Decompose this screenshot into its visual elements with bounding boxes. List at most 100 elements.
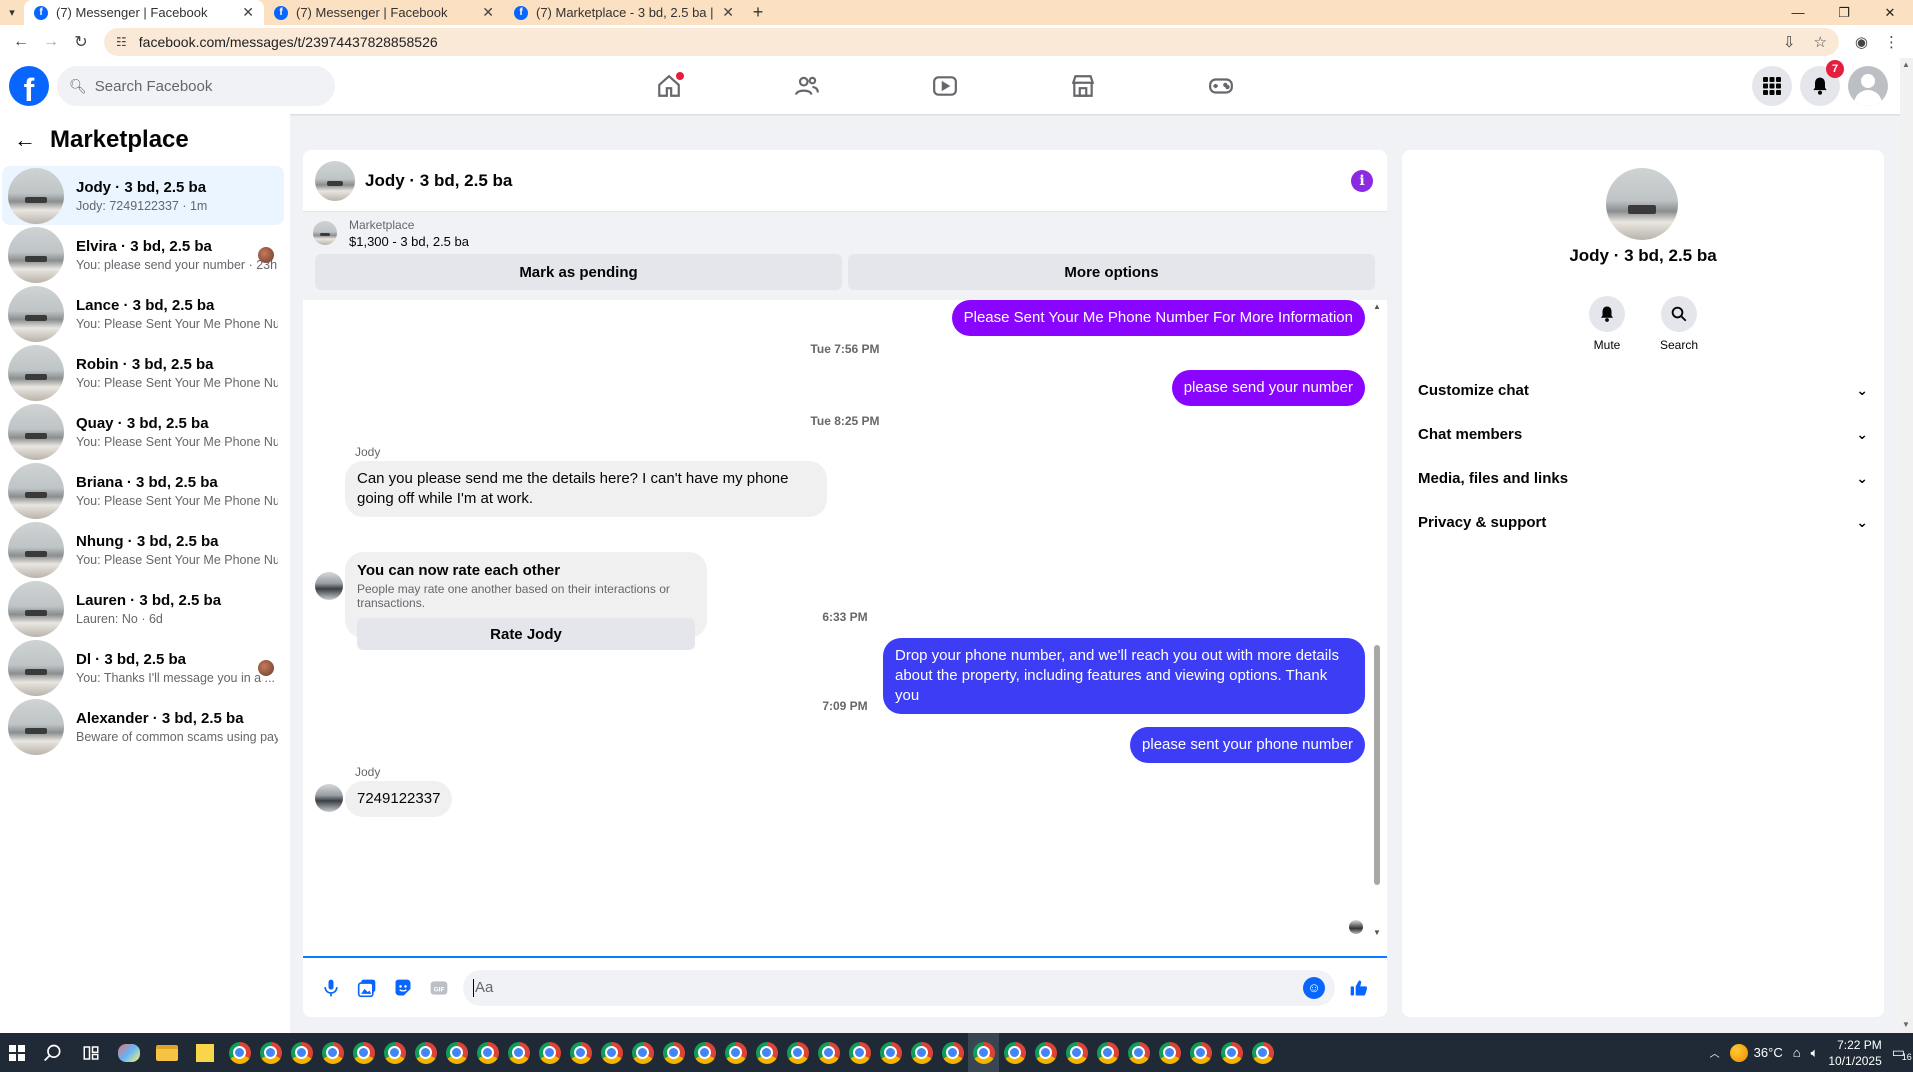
tab-close-icon[interactable]: ✕ bbox=[482, 4, 494, 21]
scroll-down-icon[interactable]: ▼ bbox=[1902, 1020, 1910, 1029]
more-options-button[interactable]: More options bbox=[848, 254, 1375, 290]
chrome-taskbar-icon[interactable] bbox=[751, 1033, 782, 1072]
sender-avatar[interactable] bbox=[315, 572, 343, 600]
chrome-taskbar-icon[interactable] bbox=[968, 1033, 999, 1072]
network-icon[interactable]: ⌂ bbox=[1793, 1045, 1801, 1060]
conversation-item[interactable]: Jody · 3 bd, 2.5 ba Jody: 7249122337 · 1m bbox=[2, 166, 284, 225]
chrome-taskbar-icon[interactable] bbox=[286, 1033, 317, 1072]
close-window-icon[interactable]: ✕ bbox=[1867, 0, 1913, 25]
media-files-links-section[interactable]: Media, files and links ⌄ bbox=[1402, 456, 1884, 500]
chrome-taskbar-icon[interactable] bbox=[937, 1033, 968, 1072]
back-icon[interactable]: ← bbox=[6, 28, 36, 56]
chat-title[interactable]: Jody · 3 bd, 2.5 ba bbox=[365, 171, 512, 191]
conversation-item[interactable]: Elvira · 3 bd, 2.5 ba You: please send yo… bbox=[2, 225, 284, 284]
conversation-item[interactable]: Quay · 3 bd, 2.5 ba You: Please Sent Your… bbox=[2, 402, 284, 461]
chrome-taskbar-icon[interactable] bbox=[410, 1033, 441, 1072]
chrome-taskbar-icon[interactable] bbox=[1216, 1033, 1247, 1072]
incoming-message[interactable]: 7249122337 bbox=[345, 781, 453, 817]
scroll-thumb[interactable] bbox=[1374, 645, 1380, 885]
menu-grid-button[interactable] bbox=[1752, 66, 1792, 106]
chrome-taskbar-icon[interactable] bbox=[1092, 1033, 1123, 1072]
chrome-taskbar-icon[interactable] bbox=[1247, 1033, 1278, 1072]
install-app-icon[interactable]: ⇩ bbox=[1783, 33, 1796, 51]
chrome-taskbar-icon[interactable] bbox=[596, 1033, 627, 1072]
chrome-taskbar-icon[interactable] bbox=[782, 1033, 813, 1072]
start-button[interactable] bbox=[0, 1033, 34, 1072]
chat-scrollbar[interactable]: ▲ ▼ bbox=[1373, 300, 1381, 940]
mark-as-pending-button[interactable]: Mark as pending bbox=[315, 254, 842, 290]
notifications-center-icon[interactable]: ▭ 16 bbox=[1892, 1044, 1912, 1062]
conversation-item[interactable]: Lauren · 3 bd, 2.5 ba Lauren: No · 6d bbox=[2, 579, 284, 638]
search-in-chat-button[interactable]: Search bbox=[1660, 296, 1698, 352]
nav-home[interactable] bbox=[600, 58, 738, 114]
chrome-taskbar-icon[interactable] bbox=[844, 1033, 875, 1072]
chrome-taskbar-icon[interactable] bbox=[1154, 1033, 1185, 1072]
file-explorer-icon[interactable] bbox=[148, 1033, 186, 1072]
browser-tab[interactable]: f (7) Messenger | Facebook ✕ bbox=[264, 0, 504, 25]
tab-search-icon[interactable]: ▾ bbox=[0, 0, 24, 25]
conversation-item[interactable]: Lance · 3 bd, 2.5 ba You: Please Sent You… bbox=[2, 284, 284, 343]
facebook-search-input[interactable]: 🔍︎ Search Facebook bbox=[57, 66, 335, 106]
task-view-icon[interactable] bbox=[72, 1033, 110, 1072]
volume-icon[interactable]: 🔈︎ bbox=[1811, 1045, 1819, 1061]
emoji-icon[interactable]: ☺ bbox=[1303, 976, 1325, 999]
url-field[interactable]: ☷ facebook.com/messages/t/23974437828858… bbox=[104, 27, 1839, 56]
chrome-taskbar-icon[interactable] bbox=[379, 1033, 410, 1072]
maximize-icon[interactable]: ❐ bbox=[1821, 0, 1867, 25]
conversation-item[interactable]: Nhung · 3 bd, 2.5 ba You: Please Sent You… bbox=[2, 520, 284, 579]
tray-chevron-icon[interactable]: ︿ bbox=[1710, 1045, 1720, 1060]
tab-close-icon[interactable]: ✕ bbox=[722, 4, 734, 21]
tab-close-icon[interactable]: ✕ bbox=[242, 4, 254, 21]
chrome-taskbar-icon[interactable] bbox=[720, 1033, 751, 1072]
chrome-taskbar-icon[interactable] bbox=[503, 1033, 534, 1072]
chrome-taskbar-icon[interactable] bbox=[565, 1033, 596, 1072]
sticker-icon[interactable] bbox=[385, 970, 421, 1006]
chrome-taskbar-icon[interactable] bbox=[627, 1033, 658, 1072]
outgoing-message[interactable]: Please Sent Your Me Phone Number For Mor… bbox=[951, 300, 1365, 336]
scroll-up-icon[interactable]: ▲ bbox=[1902, 60, 1910, 69]
info-icon[interactable]: i bbox=[1351, 169, 1373, 192]
search-icon[interactable] bbox=[34, 1033, 72, 1072]
site-settings-icon[interactable]: ☷ bbox=[116, 35, 127, 49]
chrome-taskbar-icon[interactable] bbox=[317, 1033, 348, 1072]
new-tab-icon[interactable]: + bbox=[744, 0, 772, 25]
chrome-taskbar-icon[interactable] bbox=[534, 1033, 565, 1072]
listing-strip[interactable]: Marketplace $1,300 - 3 bd, 2.5 ba bbox=[303, 212, 1387, 254]
microphone-icon[interactable] bbox=[313, 970, 349, 1006]
chrome-taskbar-icon[interactable] bbox=[875, 1033, 906, 1072]
thumbs-up-icon[interactable] bbox=[1341, 970, 1377, 1006]
sender-avatar[interactable] bbox=[315, 784, 343, 812]
conversation-item[interactable]: Robin · 3 bd, 2.5 ba You: Please Sent You… bbox=[2, 343, 284, 402]
chat-avatar[interactable] bbox=[315, 160, 355, 201]
outgoing-message[interactable]: please send your number bbox=[1171, 370, 1365, 406]
message-input[interactable]: Aa ☺ bbox=[463, 969, 1335, 1006]
notifications-button[interactable]: 7 bbox=[1800, 60, 1844, 106]
facebook-logo-icon[interactable]: f bbox=[9, 66, 49, 106]
clock[interactable]: 7:22 PM 10/1/2025 bbox=[1828, 1037, 1881, 1069]
chrome-taskbar-icon[interactable] bbox=[224, 1033, 255, 1072]
conversation-item[interactable]: Briana · 3 bd, 2.5 ba You: Please Sent Yo… bbox=[2, 461, 284, 520]
chrome-taskbar-icon[interactable] bbox=[1185, 1033, 1216, 1072]
back-arrow-icon[interactable]: ← bbox=[14, 127, 36, 153]
scroll-down-icon[interactable]: ▼ bbox=[1373, 928, 1381, 937]
sticky-notes-icon[interactable] bbox=[186, 1033, 224, 1072]
gif-icon[interactable]: GIF bbox=[421, 970, 457, 1006]
chrome-taskbar-icon[interactable] bbox=[1123, 1033, 1154, 1072]
account-avatar[interactable] bbox=[1848, 66, 1888, 106]
chrome-taskbar-icon[interactable] bbox=[255, 1033, 286, 1072]
conversation-item[interactable]: Alexander · 3 bd, 2.5 ba Beware of common… bbox=[2, 697, 284, 756]
privacy-support-section[interactable]: Privacy & support ⌄ bbox=[1402, 500, 1884, 544]
nav-watch[interactable] bbox=[876, 58, 1014, 114]
paint-app-icon[interactable] bbox=[110, 1033, 148, 1072]
chrome-taskbar-icon[interactable] bbox=[999, 1033, 1030, 1072]
incoming-message[interactable]: Can you please send me the details here?… bbox=[345, 461, 827, 517]
browser-menu-icon[interactable]: ⋮ bbox=[1884, 33, 1899, 51]
minimize-icon[interactable]: — bbox=[1775, 0, 1821, 25]
conversation-item[interactable]: Dl · 3 bd, 2.5 ba You: Thanks I'll messag… bbox=[2, 638, 284, 697]
outgoing-message[interactable]: please sent your phone number bbox=[1130, 727, 1365, 763]
bookmark-star-icon[interactable]: ☆ bbox=[1813, 33, 1826, 51]
customize-chat-section[interactable]: Customize chat ⌄ bbox=[1402, 368, 1884, 412]
chrome-taskbar-icon[interactable] bbox=[441, 1033, 472, 1072]
details-avatar[interactable] bbox=[1606, 168, 1678, 240]
nav-friends[interactable] bbox=[738, 58, 876, 114]
